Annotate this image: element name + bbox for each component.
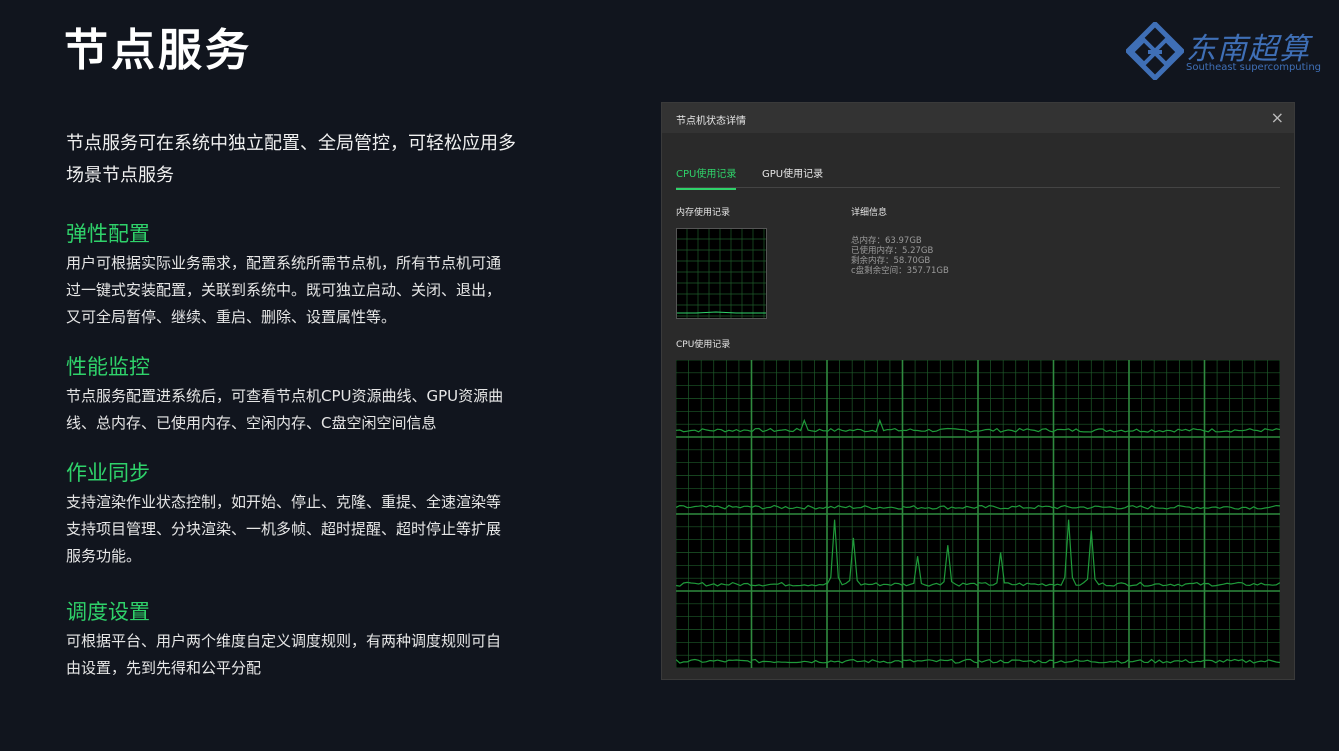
logo-subtitle: Southeast supercomputing: [1186, 62, 1322, 73]
feature-line: 由设置，先到先得和公平分配: [66, 659, 262, 677]
memory-usage-graph: [676, 228, 767, 319]
node-status-window: 节点机状态详情 × CPU使用记录 GPU使用记录 内存使用记录 详细信息 总内…: [662, 103, 1294, 679]
page-title: 节点服务: [64, 25, 252, 76]
details-label: 详细信息: [851, 208, 888, 218]
feature-line: 可根据平台、用户两个维度自定义调度规则，有两种调度规则可自: [66, 632, 502, 650]
window-header: 节点机状态详情 ×: [662, 103, 1294, 133]
feature-desc-schedule: 可根据平台、用户两个维度自定义调度规则，有两种调度规则可自 由设置，先到先得和公…: [66, 628, 566, 682]
feature-line: 用户可根据实际业务需求，配置系统所需节点机，所有节点机可通: [66, 254, 502, 272]
feature-desc-monitor: 节点服务配置进系统后，可查看节点机CPU资源曲线、GPU资源曲 线、总内存、已使…: [66, 383, 566, 437]
feature-line: 支持渲染作业状态控制，如开始、停止、克隆、重提、全速渲染等: [66, 493, 502, 511]
feature-title-schedule: 调度设置: [66, 600, 150, 624]
free-memory: 剩余内存：58.70GB: [851, 256, 931, 266]
intro-line: 场景节点服务: [66, 165, 174, 186]
tab-bar: CPU使用记录 GPU使用记录: [676, 163, 1280, 190]
feature-line: 又可全局暂停、继续、重启、删除、设置属性等。: [66, 308, 397, 326]
tab-cpu-usage[interactable]: CPU使用记录: [676, 165, 737, 190]
memory-usage-label: 内存使用记录: [676, 208, 731, 218]
feature-line: 支持项目管理、分块渲染、一机多帧、超时提醒、超时停止等扩展: [66, 520, 502, 538]
feature-title-elastic: 弹性配置: [66, 222, 150, 246]
feature-title-sync: 作业同步: [66, 461, 150, 485]
feature-line: 过一键式安装配置，关联到系统中。既可独立启动、关闭、退出，: [66, 281, 502, 299]
feature-line: 节点服务配置进系统后，可查看节点机CPU资源曲线、GPU资源曲: [66, 387, 504, 405]
c-drive-free-space: c盘剩余空间：357.71GB: [851, 266, 949, 276]
feature-desc-elastic: 用户可根据实际业务需求，配置系统所需节点机，所有节点机可通 过一键式安装配置，关…: [66, 250, 566, 331]
cpu-usage-label: CPU使用记录: [676, 340, 731, 350]
window-title: 节点机状态详情: [676, 116, 746, 127]
details-list: 总内存：63.97GB 已使用内存：5.27GB 剩余内存：58.70GB c盘…: [851, 236, 949, 276]
total-memory: 总内存：63.97GB: [851, 236, 922, 246]
feature-line: 线、总内存、已使用内存、空闲内存、C盘空闲空间信息: [66, 414, 437, 432]
intro-line: 节点服务可在系统中独立配置、全局管控，可轻松应用多: [66, 133, 516, 154]
feature-title-monitor: 性能监控: [66, 355, 150, 379]
used-memory: 已使用内存：5.27GB: [851, 246, 934, 256]
close-icon[interactable]: ×: [1271, 108, 1284, 127]
feature-desc-sync: 支持渲染作业状态控制，如开始、停止、克隆、重提、全速渲染等 支持项目管理、分块渲…: [66, 489, 566, 570]
logo: 东南超算 Southeast supercomputing: [1124, 20, 1321, 82]
tab-gpu-usage[interactable]: GPU使用记录: [762, 165, 823, 188]
feature-line: 服务功能。: [66, 547, 142, 565]
logo-mark-icon: [1124, 20, 1186, 82]
intro-text: 节点服务可在系统中独立配置、全局管控，可轻松应用多 场景节点服务: [66, 128, 566, 192]
cpu-usage-graph: [676, 360, 1280, 668]
